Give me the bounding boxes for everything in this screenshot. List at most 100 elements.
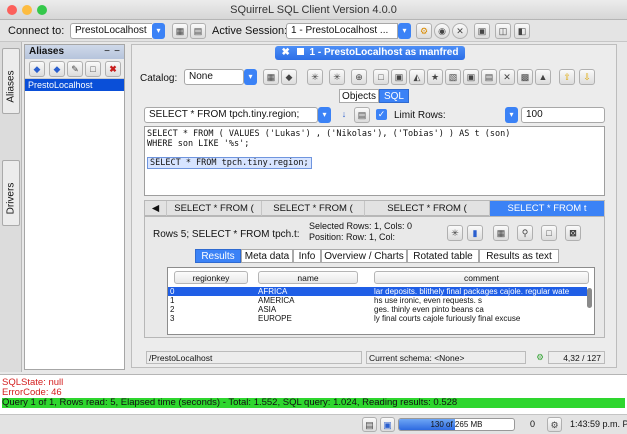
tools-icon[interactable]: ◆ (281, 69, 297, 85)
copy-alias-icon[interactable]: □ (85, 61, 101, 77)
log-icon[interactable]: ▤ (362, 417, 377, 432)
scroll-left-icon[interactable]: ◀ (145, 201, 167, 216)
result-summary: Rows 5; SELECT * FROM tpch.t: (153, 229, 300, 240)
catalog-select[interactable]: None (184, 69, 244, 85)
memory-label: 130 of 265 MB (430, 420, 483, 429)
tab-meta-data[interactable]: Meta data (241, 249, 293, 263)
chevron-down-icon[interactable]: ▾ (398, 23, 411, 39)
connect-icon[interactable]: ⚙ (416, 23, 432, 39)
chevron-down-icon[interactable]: ▾ (505, 107, 518, 123)
settings-icon[interactable]: ⚙ (547, 417, 562, 432)
table-row[interactable]: 3 EUROPE ly final courts cajole furiousl… (168, 314, 587, 323)
tab-results-as-text[interactable]: Results as text (479, 249, 559, 263)
aliases-toolbar: ◆ ◆ ✎ □ ✖ (25, 59, 124, 79)
result-tab[interactable]: SELECT * FROM ( (262, 201, 365, 216)
side-tab-strip: Aliases Drivers (0, 42, 22, 372)
next-icon[interactable]: ⇩ (579, 69, 595, 85)
tab-aliases[interactable]: Aliases (2, 48, 20, 114)
table-row[interactable]: 1 AMERICA hs use ironic, even requests. … (168, 296, 587, 305)
down-arrow-icon[interactable]: ↓ (336, 107, 352, 123)
table-row[interactable]: 2 ASIA ges. thinly even pinto beans ca (168, 305, 587, 314)
sql-history-select[interactable]: SELECT * FROM tpch.tiny.region; (144, 107, 318, 123)
main-toolbar: Connect to: PrestoLocalhost ▾ ▦ ▤ Active… (0, 20, 627, 42)
alias-item[interactable]: PrestoLocalhost (25, 79, 124, 91)
connect-to-label: Connect to: (8, 25, 65, 37)
run-all-icon[interactable]: ✳ (329, 69, 345, 85)
sql-editor[interactable]: SELECT * FROM ( VALUES ('Lukas') , ('Nik… (144, 126, 605, 196)
tab-drivers[interactable]: Drivers (2, 160, 20, 226)
connect-to-select[interactable]: PrestoLocalhost (70, 23, 152, 39)
session-properties-icon[interactable]: ▤ (190, 23, 206, 39)
session-tab[interactable]: ✖ 1 - PrestoLocalhost as manfred (275, 46, 465, 60)
aliases-panel-header: Aliases − − (25, 45, 124, 59)
cursor-position: 4,32 / 127 (548, 351, 605, 364)
result-tab[interactable]: SELECT * FROM ( (167, 201, 262, 216)
previous-icon[interactable]: ⇧ (559, 69, 575, 85)
window-title: SQuirreL SQL Client Version 4.0.0 (230, 4, 397, 16)
bookmark-icon[interactable]: ★ (427, 69, 443, 85)
status-schema: Current schema: <None> (366, 351, 526, 364)
save-as-icon[interactable]: ▤ (481, 69, 497, 85)
memory-bar[interactable]: 130 of 265 MB (398, 418, 515, 431)
limit-toggle-icon[interactable]: ▤ (354, 107, 370, 123)
result-tab-active[interactable]: SELECT * FROM t (490, 201, 605, 216)
cut-icon[interactable]: ✕ (499, 69, 515, 85)
commit-icon[interactable]: ◉ (434, 23, 450, 39)
open-folder-icon[interactable]: ◭ (409, 69, 425, 85)
column-header-regionkey[interactable]: regionkey (174, 271, 248, 284)
column-header-name[interactable]: name (258, 271, 358, 284)
edit-alias-icon[interactable]: ✎ (67, 61, 83, 77)
result-tab[interactable]: SELECT * FROM ( (365, 201, 490, 216)
copy-icon[interactable]: ▧ (445, 69, 461, 85)
rollback-icon[interactable]: ✕ (452, 23, 468, 39)
tab-rotated-table[interactable]: Rotated table (407, 249, 479, 263)
chevron-down-icon[interactable]: ▾ (152, 23, 165, 39)
table-scrollbar[interactable] (587, 288, 592, 308)
windows-menu-icon[interactable]: ▣ (474, 23, 490, 39)
refresh-icon[interactable]: ▦ (263, 69, 279, 85)
table-row[interactable]: 0 AFRICA lar deposits. blithely final pa… (168, 287, 587, 296)
chevron-down-icon[interactable]: ▾ (244, 69, 257, 85)
clock: 1:43:59 p.m. PST (570, 419, 627, 429)
selected-info: Selected Rows: 1, Cols: 0 (309, 221, 413, 231)
connect-alias-icon[interactable]: ◆ (29, 61, 45, 77)
tab-results[interactable]: Results (195, 249, 241, 263)
active-session-select[interactable]: 1 - PrestoLocalhost ... (286, 23, 398, 39)
results-table: regionkey name comment 0 AFRICA lar depo… (167, 267, 595, 335)
status-alias: /PrestoLocalhost (146, 351, 362, 364)
print-icon[interactable]: ▩ (517, 69, 533, 85)
limit-rows-input[interactable]: 100 (521, 107, 605, 123)
restore-panel-icon[interactable]: − (114, 46, 120, 57)
session-status-bar: /PrestoLocalhost Current schema: <None> … (144, 351, 605, 365)
column-width-icon[interactable]: ▮ (467, 225, 483, 241)
new-session-icon[interactable]: ▦ (172, 23, 188, 39)
log-line: SQLState: null (2, 377, 64, 388)
close-result-icon[interactable]: ⊠ (565, 225, 581, 241)
tile-icon[interactable]: ◫ (495, 23, 511, 39)
close-session-icon[interactable]: ✖ (282, 47, 290, 58)
search-icon[interactable]: ⚲ (517, 225, 533, 241)
minimize-panel-icon[interactable]: − (104, 46, 110, 57)
active-session-label: Active Session: (212, 25, 288, 37)
copy-result-icon[interactable]: □ (541, 225, 557, 241)
explain-icon[interactable]: ⊕ (351, 69, 367, 85)
column-header-comment[interactable]: comment (374, 271, 589, 284)
run-icon[interactable]: ✳ (307, 69, 323, 85)
tab-info[interactable]: Info (293, 249, 321, 263)
add-alias-icon[interactable]: ◆ (49, 61, 65, 77)
rerun-icon[interactable]: ✳ (447, 225, 463, 241)
cascade-icon[interactable]: ◧ (514, 23, 530, 39)
save-icon[interactable]: ▣ (463, 69, 479, 85)
gc-icon[interactable]: ▣ (380, 417, 395, 432)
tab-overview-charts[interactable]: Overview / Charts (321, 249, 407, 263)
sql-history-icon[interactable]: ▲ (535, 69, 551, 85)
format-icon[interactable]: ▣ (391, 69, 407, 85)
delete-alias-icon[interactable]: ✖ (105, 61, 121, 77)
selected-statement: SELECT * FROM tpch.tiny.region; (147, 157, 312, 169)
new-file-icon[interactable]: □ (373, 69, 389, 85)
limit-rows-checkbox[interactable]: ✓ (376, 109, 387, 120)
chevron-down-icon[interactable]: ▾ (318, 107, 331, 123)
table-icon[interactable]: ▦ (493, 225, 509, 241)
tab-objects[interactable]: Objects (339, 89, 379, 103)
tab-sql[interactable]: SQL (379, 89, 409, 103)
